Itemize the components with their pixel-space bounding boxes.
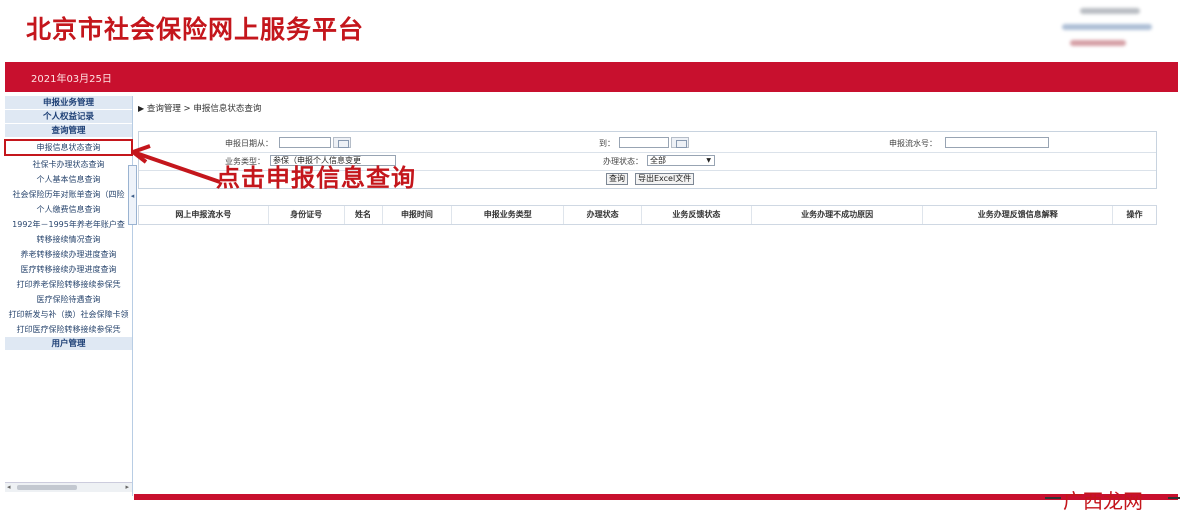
calendar-icon[interactable] [671, 137, 689, 148]
sidebar-item-transfer-status[interactable]: 转移接续情况查询 [5, 232, 132, 247]
export-excel-button[interactable]: 导出Excel文件 [635, 173, 695, 185]
sidebar-item-print-card-receipt[interactable]: 打印新发与补（换）社会保障卡领 [5, 307, 132, 322]
sidebar-item-medical-benefit[interactable]: 医疗保险待遇查询 [5, 292, 132, 307]
query-button[interactable]: 查询 [606, 173, 628, 185]
sidebar-item-pension-account[interactable]: 1992年－1995年养老年账户查 [5, 217, 132, 232]
current-date: 2021年03月25日 [31, 74, 112, 85]
sidebar: 申报业务管理 个人权益记录 查询管理 申报信息状态查询 社保卡办理状态查询 个人… [4, 96, 133, 496]
sidebar-item-annual-statement[interactable]: 社会保险历年对账单查询（四险 [5, 187, 132, 202]
main-content: ▶ 查询管理 > 申报信息状态查询 申报日期从： 到： 申报流水号： 业务类型：… [134, 96, 1178, 496]
serial-number-label: 申报流水号： [889, 139, 937, 148]
breadcrumb-text: 查询管理 > 申报信息状态查询 [146, 104, 262, 114]
status-select[interactable]: 全部 ▼ [647, 155, 715, 166]
sidebar-horizontal-scrollbar[interactable]: ◂ ▸ [5, 482, 132, 492]
col-serial-number: 网上申报流水号 [139, 206, 269, 224]
site-title: 北京市社会保险网上服务平台 [26, 15, 365, 44]
top-red-bar: 2021年03月25日 [5, 62, 1178, 92]
col-feedback-status: 业务反馈状态 [642, 206, 752, 224]
col-feedback-explain: 业务办理反馈信息解释 [923, 206, 1114, 224]
watermark-text: 广西龙网 [1063, 489, 1143, 513]
scrollbar-thumb[interactable] [17, 485, 77, 490]
sidebar-item-card-status[interactable]: 社保卡办理状态查询 [5, 157, 132, 172]
col-actions: 操作 [1126, 210, 1143, 219]
site-header: 北京市社会保险网上服务平台 [0, 0, 1200, 60]
sidebar-item-print-medical-voucher[interactable]: 打印医疗保险转移接续参保凭 [5, 322, 132, 337]
status-label: 办理状态： [603, 157, 643, 166]
user-info-blurred [1052, 2, 1162, 54]
sidebar-section-personal-record[interactable]: 个人权益记录 [5, 110, 132, 124]
sidebar-item-print-pension-voucher[interactable]: 打印养老保险转移接续参保凭 [5, 277, 132, 292]
scroll-right-icon[interactable]: ▸ [125, 483, 129, 491]
scroll-left-icon[interactable]: ◂ [7, 483, 11, 491]
date-to-input[interactable] [619, 137, 669, 148]
col-id-number: 身份证号 [269, 206, 345, 224]
form-divider [139, 152, 1156, 153]
sidebar-item-medical-transfer-progress[interactable]: 医疗转移接续办理进度查询 [5, 262, 132, 277]
results-table-header: 网上申报流水号 身份证号 姓名 申报时间 申报业务类型 办理状态 业务反馈状态 … [138, 205, 1157, 225]
watermark-line [1168, 497, 1180, 499]
col-handle-status: 办理状态 [564, 206, 642, 224]
date-from-input[interactable] [279, 137, 331, 148]
serial-number-input[interactable] [945, 137, 1049, 148]
col-business-type: 申报业务类型 [452, 206, 565, 224]
date-from-label: 申报日期从： [225, 139, 273, 148]
annotation-text: 点击申报信息查询 [216, 164, 416, 192]
calendar-icon[interactable] [333, 137, 351, 148]
sidebar-item-payment-info[interactable]: 个人缴费信息查询 [5, 202, 132, 217]
chevron-down-icon: ▼ [706, 157, 711, 164]
col-failure-reason: 业务办理不成功原因 [752, 206, 924, 224]
sidebar-section-declaration[interactable]: 申报业务管理 [5, 96, 132, 110]
breadcrumb: ▶ 查询管理 > 申报信息状态查询 [138, 102, 261, 114]
watermark-line [1045, 497, 1061, 499]
breadcrumb-arrow-icon: ▶ [138, 104, 145, 113]
col-declare-time: 申报时间 [383, 206, 453, 224]
status-value: 全部 [650, 156, 666, 165]
sidebar-section-query[interactable]: 查询管理 [5, 124, 132, 138]
sidebar-item-pension-transfer-progress[interactable]: 养老转移接续办理进度查询 [5, 247, 132, 262]
sidebar-item-declaration-status[interactable]: 申报信息状态查询 [4, 139, 133, 156]
bottom-red-bar [134, 494, 1178, 500]
sidebar-item-basic-info[interactable]: 个人基本信息查询 [5, 172, 132, 187]
col-name: 姓名 [345, 206, 383, 224]
date-to-label: 到： [599, 139, 615, 148]
sidebar-section-user[interactable]: 用户管理 [5, 337, 132, 351]
form-row-1: 申报日期从： 到： 申报流水号： [139, 136, 1156, 150]
